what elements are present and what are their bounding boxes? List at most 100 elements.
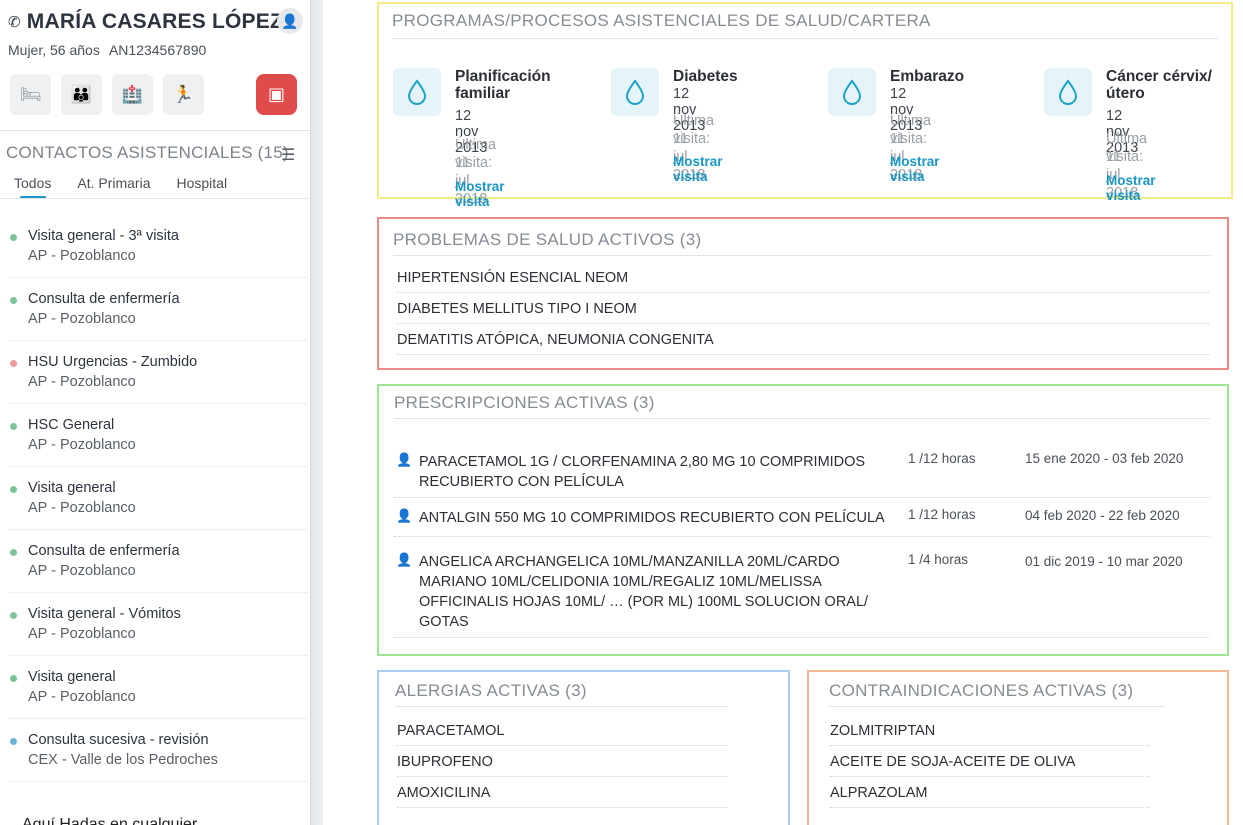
prescription-name: ANTALGIN 550 MG 10 COMPRIMIDOS RECUBIERT… [419,508,889,528]
contacts-tabs: Todos At. Primaria Hospital [14,175,253,199]
program-name: Embarazo [890,68,965,85]
prescription-line: RECUBIERTO CON PELÍCULA [419,474,624,490]
drop-icon [611,68,659,116]
status-dot [10,738,17,745]
divider [830,776,1150,777]
contraindication-item: ACEITE DE SOJA-ACEITE DE OLIVA [830,754,1076,770]
divider [397,354,1209,355]
status-dot [10,234,17,241]
contacts-list: Visita general - 3ª visita AP - Pozoblanc… [0,215,310,782]
problem-item: DEMATITIS ATÓPICA, NEUMONIA CONGENITA [397,332,714,348]
divider [397,323,1209,324]
program-name: Diabetes [673,68,738,85]
list-item[interactable]: Visita general AP - Pozoblanco [8,467,308,530]
contact-place: AP - Pozoblanco [28,626,136,642]
contact-title: HSC General [28,417,115,433]
show-visit-link[interactable]: Mostrar visita [890,154,940,184]
divider [395,706,728,707]
divider [394,418,1210,419]
tab-todos[interactable]: Todos [14,175,51,199]
status-dot [10,549,17,556]
prescription-name: PARACETAMOL 1G / CLORFENAMINA 2,80 MG 10… [419,452,889,492]
contact-title: HSU Urgencias - Zumbido [28,354,198,370]
prescription-dose: 1 /12 horas [908,507,976,522]
divider [829,706,1165,707]
contraindications-section: CONTRAINDICACIONES ACTIVAS (3) ZOLMITRIP… [807,670,1229,825]
divider [393,255,1211,256]
phone-icon: ✆ [8,14,21,31]
divider [397,745,727,746]
contact-place: AP - Pozoblanco [28,563,136,579]
allergies-section: ALERGIAS ACTIVAS (3) PARACETAMOL IBUPROF… [377,670,790,825]
divider [397,807,727,808]
person-icon: 👤 [396,508,413,523]
program-name: Cáncer cérvix/ útero [1106,68,1212,102]
filter-icon[interactable]: ☰ [281,145,295,165]
prescription-name: ANGELICA ARCHANGELICA 10ML/MANZANILLA 20… [419,552,889,632]
problem-item: HIPERTENSIÓN ESENCIAL NEOM [397,270,629,286]
contact-place: AP - Pozoblanco [28,248,136,264]
divider [0,130,310,131]
prescriptions-section: PRESCRIPCIONES ACTIVAS (3) 👤 PARACETAMOL… [377,384,1229,656]
tab-at-primaria[interactable]: At. Primaria [77,175,150,197]
show-visit-link[interactable]: Mostrar visita [673,154,723,184]
prescription-range: 15 ene 2020 - 03 feb 2020 [1025,451,1184,466]
list-item[interactable]: HSU Urgencias - Zumbido AP - Pozoblanco [8,341,308,404]
list-item[interactable]: Visita general - Vómitos AP - Pozoblanco [8,593,308,656]
contraindication-item: ALPRAZOLAM [830,785,928,801]
list-item[interactable]: Consulta de enfermería AP - Pozoblanco [8,530,308,593]
tab-hospital[interactable]: Hospital [176,175,227,197]
patient-name: ✆ MARÍA CASARES LÓPEZ [8,10,283,34]
patient-toolbar: 🛏 👪 🏥 🏃 [10,74,204,115]
show-visit-link[interactable]: Mostrar visita [455,179,505,209]
list-item[interactable]: Visita general AP - Pozoblanco [8,656,308,719]
contraindication-item: ZOLMITRIPTAN [830,723,936,739]
divider [397,776,727,777]
running-icon[interactable]: 🏃 [163,74,204,115]
prescription-dose: 1 /4 horas [908,552,969,567]
divider [830,807,1150,808]
contact-title: Consulta sucesiva - revisión [28,732,209,748]
divider [397,292,1209,293]
patient-id: AN1234567890 [108,42,207,58]
bed-icon[interactable]: 🛏 [10,74,51,115]
allergy-item: AMOXICILINA [397,785,491,801]
prescriptions-title: PRESCRIPCIONES ACTIVAS (3) [394,393,655,412]
gutter [311,0,323,825]
patient-sidebar: ✆ MARÍA CASARES LÓPEZ Mujer, 56 años AN1… [0,0,311,825]
drop-icon [393,68,441,116]
programs-title: PROGRAMAS/PROCESOS ASISTENCIALES DE SALU… [392,11,931,30]
contact-place: AP - Pozoblanco [28,500,136,516]
contact-place: AP - Pozoblanco [28,311,136,327]
patient-meta: Mujer, 56 años AN1234567890 [8,42,212,58]
allergy-item: PARACETAMOL [397,723,505,739]
patient-gender-age: Mujer, 56 años [8,42,100,58]
show-visit-link[interactable]: Mostrar visita [1106,173,1156,203]
prescription-line: ANGELICA ARCHANGELICA 10ML/MANZANILLA 20… [419,554,840,570]
alert-button[interactable]: ▣ [256,74,297,115]
divider [830,745,1150,746]
problems-section: PROBLEMAS DE SALUD ACTIVOS (3) HIPERTENS… [377,217,1229,370]
contact-title: Visita general - 3ª visita [28,228,179,244]
allergy-item: IBUPROFENO [397,754,493,770]
problem-item: DIABETES MELLITUS TIPO I NEOM [397,301,637,317]
contact-place: AP - Pozoblanco [28,689,136,705]
prescription-range: 04 feb 2020 - 22 feb 2020 [1025,508,1180,523]
prescription-dose: 1 /12 horas [908,451,976,466]
user-icon[interactable]: 👤 [277,8,303,34]
divider [392,38,1218,39]
list-item[interactable]: Visita general - 3ª visita AP - Pozoblanc… [8,215,308,278]
contact-title: Visita general [28,480,116,496]
hospital-icon[interactable]: 🏥 [112,74,153,115]
drop-icon [1044,68,1092,116]
prescription-line: PARACETAMOL 1G / CLORFENAMINA 2,80 MG 10… [419,454,866,470]
list-item[interactable]: Consulta de enfermería AP - Pozoblanco [8,278,308,341]
list-item[interactable]: Consulta sucesiva - revisión CEX - Valle … [8,719,308,782]
status-dot [10,297,17,304]
contact-title: Consulta de enfermería [28,291,180,307]
list-item[interactable]: HSC General AP - Pozoblanco [8,404,308,467]
family-icon[interactable]: 👪 [61,74,102,115]
sidebar-footer-text: Aquí Hadas en cualquier... [22,816,210,825]
status-dot [10,360,17,367]
prescription-line: GOTAS [419,614,469,630]
